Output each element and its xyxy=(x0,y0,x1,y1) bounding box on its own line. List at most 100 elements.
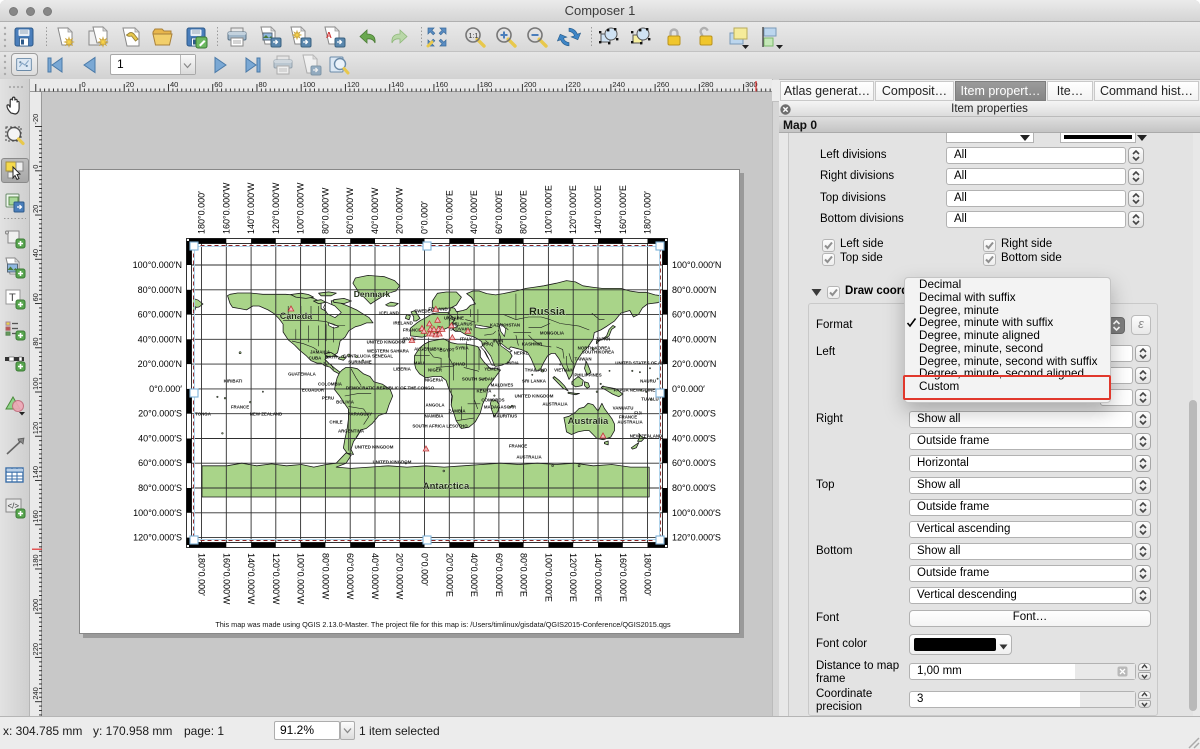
svg-text:140°0.000′W: 140°0.000′W xyxy=(246,553,256,605)
svg-text:SOUTH SUDAN: SOUTH SUDAN xyxy=(462,377,494,382)
svg-text:120°0.000′W: 120°0.000′W xyxy=(271,182,281,234)
svg-text:120°0.000′S: 120°0.000′S xyxy=(672,533,721,543)
svg-text:SOUTH KOREA: SOUTH KOREA xyxy=(582,350,615,355)
svg-text:100: 100 xyxy=(31,377,40,390)
svg-text:140: 140 xyxy=(31,466,40,479)
svg-text:Australia: Australia xyxy=(568,416,609,427)
svg-text:20: 20 xyxy=(31,205,40,213)
svg-text:20°0.000′W: 20°0.000′W xyxy=(395,187,405,234)
svg-text:160°0.000′W: 160°0.000′W xyxy=(221,553,231,605)
svg-text:FRANCE: FRANCE xyxy=(231,405,249,410)
svg-text:NAURU: NAURU xyxy=(640,379,656,384)
svg-text:NIGER: NIGER xyxy=(428,368,443,373)
svg-text:Denmark: Denmark xyxy=(354,289,391,299)
svg-text:40°0.000′E: 40°0.000′E xyxy=(469,190,479,234)
svg-text:60: 60 xyxy=(31,293,40,301)
svg-text:40: 40 xyxy=(31,249,40,257)
svg-text:PAPUA NEW GUINEA: PAPUA NEW GUINEA xyxy=(614,388,659,393)
svg-text:100°0.000′N: 100°0.000′N xyxy=(672,260,721,270)
svg-text:60°0.000′E: 60°0.000′E xyxy=(494,553,504,597)
svg-text:-20: -20 xyxy=(31,114,40,125)
svg-text:KIRIBATI: KIRIBATI xyxy=(224,379,243,384)
svg-text:This map was made using QGIS 2: This map was made using QGIS 2.13.0-Mast… xyxy=(215,620,671,629)
svg-text:180: 180 xyxy=(31,554,40,567)
svg-text:PERU: PERU xyxy=(322,396,334,401)
svg-text:280: 280 xyxy=(701,80,714,89)
svg-text:JAMAICA: JAMAICA xyxy=(310,350,331,355)
svg-text:40°0.000′N: 40°0.000′N xyxy=(138,334,182,344)
svg-text:20°0.000′N: 20°0.000′N xyxy=(672,359,716,369)
svg-text:COLOMBIA: COLOMBIA xyxy=(318,382,343,387)
svg-text:JAPAN: JAPAN xyxy=(596,337,611,342)
svg-text:100°0.000′W: 100°0.000′W xyxy=(296,553,306,605)
svg-text:BOLIVIA: BOLIVIA xyxy=(336,400,355,405)
svg-text:20°0.000′S: 20°0.000′S xyxy=(138,409,182,419)
svg-text:140°0.000′E: 140°0.000′E xyxy=(593,185,603,234)
svg-text:UNITED KINGDOM: UNITED KINGDOM xyxy=(355,445,394,450)
svg-text:100°0.000′N: 100°0.000′N xyxy=(133,260,182,270)
svg-text:220: 220 xyxy=(31,643,40,656)
svg-text:140°0.000′E: 140°0.000′E xyxy=(593,553,603,602)
svg-text:180: 180 xyxy=(480,80,493,89)
svg-text:160°0.000′E: 160°0.000′E xyxy=(618,185,628,234)
svg-text:MALI: MALI xyxy=(414,361,425,366)
svg-text:UNITED STATES OF AM: UNITED STATES OF AM xyxy=(615,361,665,366)
svg-text:ZAMBIA: ZAMBIA xyxy=(448,409,466,414)
svg-text:100°0.000′E: 100°0.000′E xyxy=(543,185,553,234)
svg-text:0°0.000′: 0°0.000′ xyxy=(420,201,430,234)
svg-text:UNITED KINGDOM: UNITED KINGDOM xyxy=(515,394,554,399)
svg-text:80: 80 xyxy=(31,337,40,345)
svg-text:120°0.000′S: 120°0.000′S xyxy=(133,533,182,543)
svg-text:GUATEMALA: GUATEMALA xyxy=(288,372,317,377)
svg-text:80°0.000′N: 80°0.000′N xyxy=(672,285,716,295)
svg-text:0°0.000′: 0°0.000′ xyxy=(672,384,705,394)
svg-text:SYRIA: SYRIA xyxy=(455,346,469,351)
svg-text:UNITED KINGDOM: UNITED KINGDOM xyxy=(367,340,406,345)
svg-text:UKRAINE: UKRAINE xyxy=(444,316,464,321)
svg-text:180°0.000′: 180°0.000′ xyxy=(643,553,653,596)
svg-text:200: 200 xyxy=(524,80,537,89)
svg-text:0: 0 xyxy=(82,80,86,89)
svg-text:IRELAND: IRELAND xyxy=(393,321,413,326)
svg-text:CUBA: CUBA xyxy=(309,356,323,361)
svg-text:120: 120 xyxy=(31,422,40,435)
svg-text:240: 240 xyxy=(612,80,625,89)
svg-text:NEPAL: NEPAL xyxy=(514,351,529,356)
svg-text:NIGERIA: NIGERIA xyxy=(425,378,444,383)
svg-text:ICELAND: ICELAND xyxy=(379,311,399,316)
svg-text:20°0.000′N: 20°0.000′N xyxy=(138,359,182,369)
svg-text:NAMIBIA: NAMIBIA xyxy=(425,414,445,419)
svg-text:ITALY: ITALY xyxy=(460,337,472,342)
svg-text:VIETNAM: VIETNAM xyxy=(554,368,574,373)
svg-text:Russia: Russia xyxy=(529,306,566,318)
svg-text:40°0.000′S: 40°0.000′S xyxy=(138,434,182,444)
svg-text:1:1: 1:1 xyxy=(469,33,479,40)
svg-text:NEW ZEALAND: NEW ZEALAND xyxy=(250,412,282,417)
svg-text:180°0.000′: 180°0.000′ xyxy=(643,191,653,234)
svg-text:160°0.000′W: 160°0.000′W xyxy=(221,182,231,234)
svg-text:80°0.000′W: 80°0.000′W xyxy=(320,187,330,234)
svg-text:0°0.000′: 0°0.000′ xyxy=(420,553,430,586)
svg-text:DEMOCRATIC REPUBLIC OF THE CON: DEMOCRATIC REPUBLIC OF THE CONGO xyxy=(346,386,435,391)
svg-text:20°0.000′W: 20°0.000′W xyxy=(395,553,405,600)
svg-text:MAURITIUS: MAURITIUS xyxy=(493,414,517,419)
svg-text:LIBERIA: LIBERIA xyxy=(393,367,411,372)
svg-text:80°0.000′S: 80°0.000′S xyxy=(672,483,716,493)
svg-text:60: 60 xyxy=(214,80,222,89)
svg-text:20°0.000′E: 20°0.000′E xyxy=(444,190,454,234)
svg-text:140°0.000′W: 140°0.000′W xyxy=(246,182,256,234)
svg-text:MONGOLIA: MONGOLIA xyxy=(540,331,565,336)
svg-text:EGYPT: EGYPT xyxy=(440,348,455,353)
svg-text:MALDIVES: MALDIVES xyxy=(491,383,514,388)
svg-text:ANGOLA: ANGOLA xyxy=(425,403,445,408)
svg-text:40: 40 xyxy=(170,80,178,89)
svg-text:AUSTRALIA: AUSTRALIA xyxy=(542,402,568,407)
svg-text:FRANCE: FRANCE xyxy=(509,444,527,449)
svg-text:100°0.000′S: 100°0.000′S xyxy=(672,508,721,518)
svg-text:Canada: Canada xyxy=(280,311,314,321)
svg-text:60°0.000′S: 60°0.000′S xyxy=(672,458,716,468)
svg-text:CHAD: CHAD xyxy=(453,362,466,367)
svg-text:260: 260 xyxy=(657,80,670,89)
svg-text:0: 0 xyxy=(31,165,40,169)
svg-text:A: A xyxy=(326,31,332,40)
